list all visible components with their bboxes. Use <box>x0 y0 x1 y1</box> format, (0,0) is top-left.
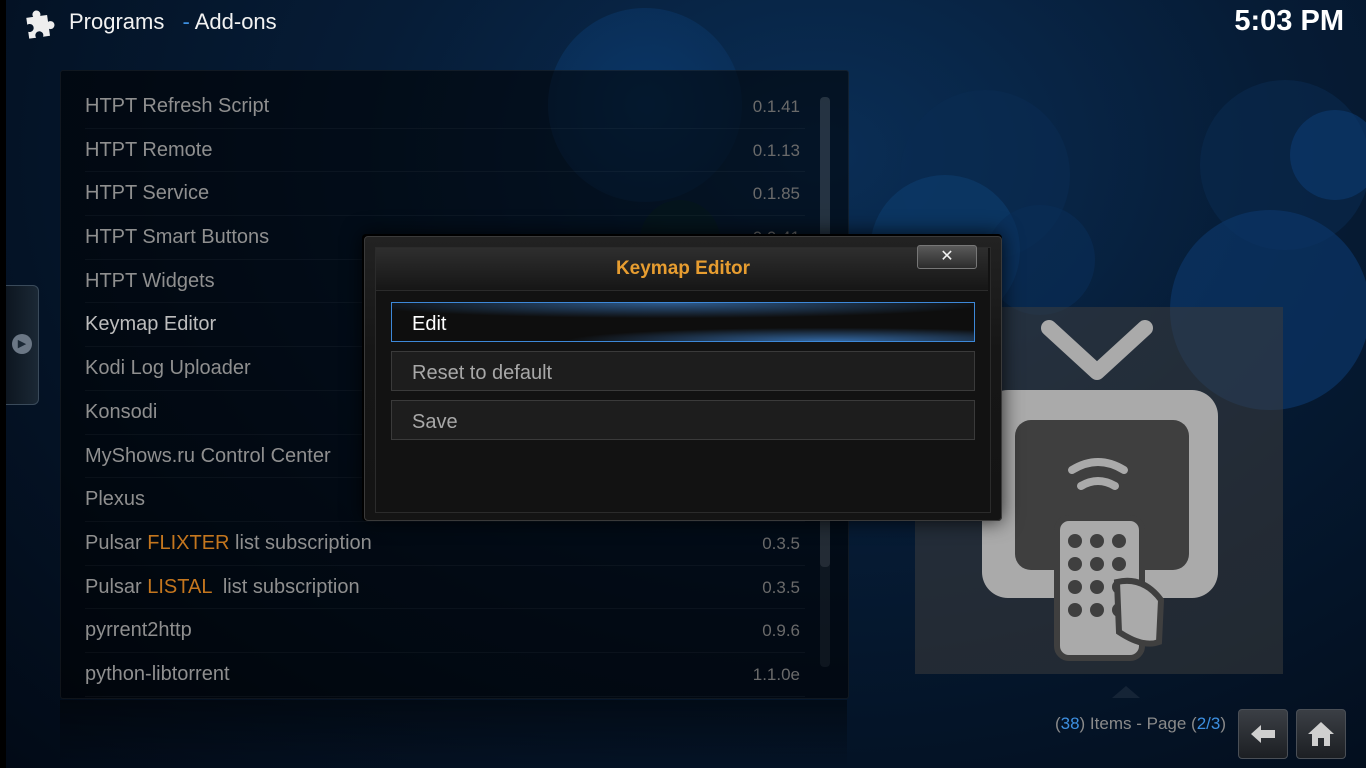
close-icon: ✕ <box>940 248 954 265</box>
home-button[interactable] <box>1296 709 1346 759</box>
clock: 5:03 PM <box>1234 5 1344 37</box>
list-item[interactable]: HTPT Refresh Script 0.1.41 <box>85 85 805 129</box>
page-number: 2/3 <box>1196 714 1221 733</box>
title-separator: - <box>182 9 190 34</box>
list-item[interactable]: python-libtorrent 1.1.0e <box>85 653 805 697</box>
addon-name: Pulsar LISTAL list subscription <box>85 576 360 599</box>
list-panel-reflection <box>60 700 847 768</box>
list-item[interactable]: Pulsar FLIXTER list subscription 0.3.5 <box>85 522 805 566</box>
list-item[interactable]: Pulsar LISTAL list subscription 0.3.5 <box>85 566 805 610</box>
option-save[interactable]: Save <box>391 400 975 440</box>
addon-version: 0.9.6 <box>762 621 800 641</box>
item-count: 38 <box>1060 714 1080 733</box>
addon-name-prefix: Pulsar <box>85 531 148 554</box>
tv-remote-icon <box>977 320 1222 670</box>
addon-name: python-libtorrent <box>85 662 230 685</box>
page-info: (38) Items - Page (2/3) <box>1055 714 1226 734</box>
addon-name: Plexus <box>85 488 146 511</box>
addon-version: 0.1.13 <box>752 140 800 160</box>
addon-name: HTPT Refresh Script <box>85 95 270 117</box>
addon-name-highlight: LISTAL <box>147 575 212 598</box>
addon-name: Pulsar FLIXTER list subscription <box>85 532 372 555</box>
addon-version: 0.3.5 <box>762 577 800 597</box>
back-button[interactable] <box>1238 709 1288 759</box>
addon-version: 0.1.41 <box>752 97 800 116</box>
puzzle-icon <box>22 4 58 40</box>
back-arrow-icon <box>1251 725 1275 743</box>
addon-name: Konsodi <box>85 400 158 423</box>
addon-name: HTPT Widgets <box>85 269 215 292</box>
list-item[interactable]: pyrrent2http 0.9.6 <box>85 609 805 653</box>
addon-name: HTPT Remote <box>85 138 213 161</box>
option-label: Reset to default <box>412 362 553 384</box>
addon-name: HTPT Smart Buttons <box>85 226 270 249</box>
option-reset-to-default[interactable]: Reset to default <box>391 351 975 391</box>
items-page-label: ) Items - Page ( <box>1079 714 1197 733</box>
close-button[interactable]: ✕ <box>917 245 977 269</box>
addon-name-highlight: FLIXTER <box>147 531 230 554</box>
footer-caret-icon <box>1108 684 1144 700</box>
addon-name-prefix: Pulsar <box>85 575 148 598</box>
paren-close: ) <box>1220 714 1226 733</box>
side-menu-tab[interactable]: ▶ <box>6 285 39 405</box>
title-sub: Add-ons <box>194 9 277 34</box>
chevron-right-icon: ▶ <box>12 334 32 354</box>
context-dialog: Keymap Editor ✕ Edit Reset to default Sa… <box>364 236 1002 521</box>
addon-version: 1.1.0e <box>752 664 800 684</box>
option-label: Edit <box>412 313 447 335</box>
addon-name: pyrrent2http <box>85 619 192 642</box>
option-label: Save <box>412 411 458 433</box>
addon-name: MyShows.ru Control Center <box>85 444 331 467</box>
addon-name-suffix: list subscription <box>211 575 360 598</box>
addon-version: 0.1.85 <box>752 184 800 204</box>
option-edit[interactable]: Edit <box>391 302 975 342</box>
addon-name: Kodi Log Uploader <box>85 357 251 380</box>
addon-name: Keymap Editor <box>85 313 217 336</box>
title-main: Programs <box>69 9 165 34</box>
addon-version: 0.3.5 <box>762 533 800 553</box>
home-icon <box>1308 722 1334 746</box>
list-item[interactable]: HTPT Remote 0.1.13 <box>85 129 805 173</box>
addon-name-suffix: list subscription <box>229 531 372 554</box>
list-item[interactable]: HTPT Service 0.1.85 <box>85 172 805 217</box>
addon-name: HTPT Service <box>85 182 210 205</box>
window-title: Programs - Add-ons <box>69 9 277 35</box>
dialog-title: Keymap Editor <box>615 258 751 279</box>
